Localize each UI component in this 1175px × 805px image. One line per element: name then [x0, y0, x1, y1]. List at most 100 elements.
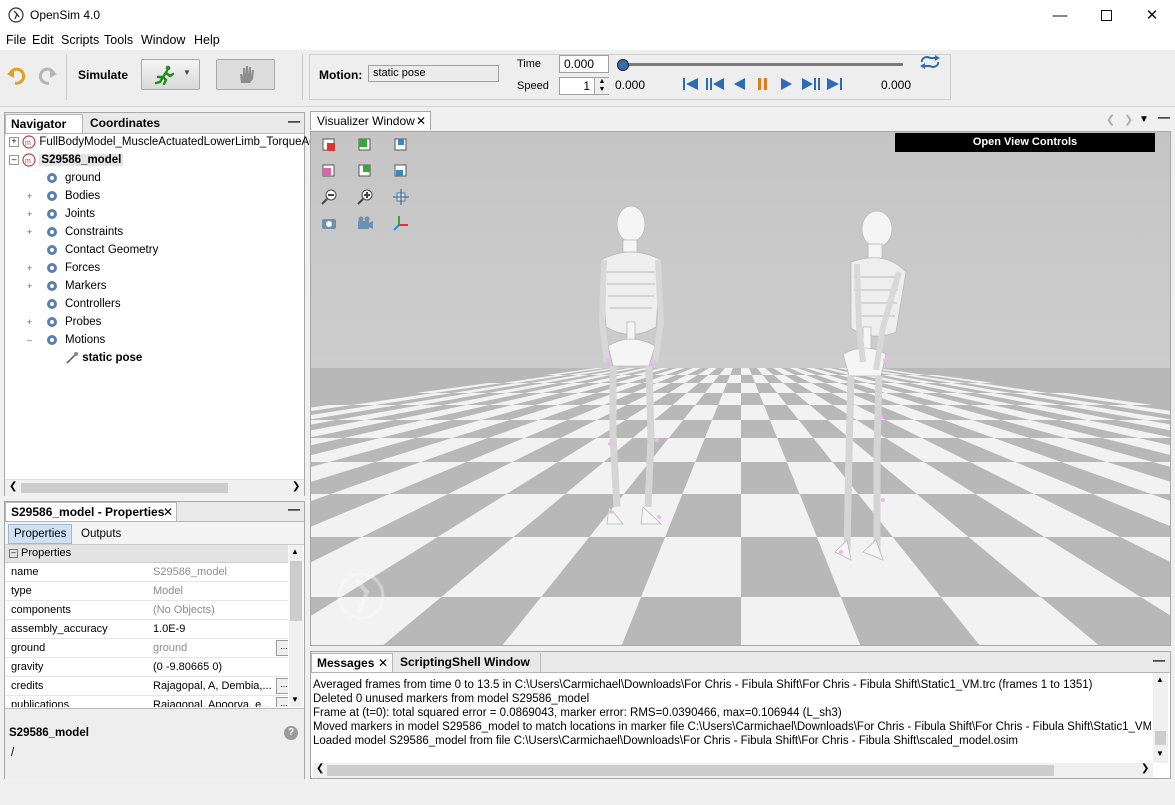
tab-messages[interactable]: Messages ✕ — [311, 653, 393, 672]
navigator-hscrollbar[interactable]: ❮ ❯ — [5, 479, 304, 496]
property-row-name[interactable]: name S29586_model — [5, 563, 288, 582]
first-frame-icon[interactable] — [683, 78, 698, 90]
tree-model-s29586[interactable]: – m S29586_model — [9, 151, 124, 169]
step-back-icon[interactable] — [706, 78, 724, 90]
view-back-icon[interactable] — [357, 137, 373, 153]
scroll-tabs-right-icon[interactable]: ❯ — [1124, 113, 1133, 126]
close-window-button[interactable]: ✕ — [1129, 0, 1175, 30]
edit-ellipsis-button[interactable]: ... — [276, 697, 288, 707]
tab-properties[interactable]: Properties — [8, 524, 73, 544]
edit-ellipsis-button[interactable]: ... — [276, 678, 288, 694]
tree-item-joints[interactable]: + Joints — [27, 205, 95, 223]
messages-log[interactable]: Averaged frames from time 0 to 13.5 in C… — [313, 678, 1151, 762]
property-row-assembly-accuracy[interactable]: assembly_accuracy 1.0E-9 — [5, 620, 288, 639]
tree-item-bodies[interactable]: + Bodies — [27, 187, 100, 205]
tab-scripting-shell[interactable]: ScriptingShell Window — [395, 653, 541, 672]
minimize-panel-button[interactable]: — — [1158, 110, 1170, 124]
property-value[interactable]: 1.0E-9 — [153, 620, 185, 638]
view-bottom-icon[interactable] — [321, 163, 337, 179]
stop-simulation-button[interactable] — [216, 59, 275, 90]
redo-icon[interactable] — [36, 66, 58, 86]
menu-help[interactable]: Help — [194, 33, 220, 47]
scroll-thumb[interactable] — [21, 483, 228, 493]
tree-item-markers[interactable]: + Markers — [27, 277, 107, 295]
record-movie-icon[interactable] — [357, 215, 373, 231]
scroll-thumb[interactable] — [1155, 731, 1166, 745]
menu-tools[interactable]: Tools — [104, 33, 133, 47]
scroll-thumb[interactable] — [290, 561, 302, 621]
time-slider-knob[interactable] — [617, 59, 629, 71]
properties-title-tab[interactable]: S29586_model - Properties ✕ — [5, 502, 177, 521]
property-row-type[interactable]: type Model — [5, 582, 288, 601]
tree-item-contact-geometry[interactable]: Contact Geometry — [27, 241, 158, 259]
zoom-in-icon[interactable] — [357, 189, 373, 205]
help-icon[interactable]: ? — [284, 726, 298, 740]
tree-item-controllers[interactable]: Controllers — [27, 295, 121, 313]
expand-icon[interactable]: + — [27, 313, 37, 331]
axes-icon[interactable] — [393, 215, 409, 231]
menu-file[interactable]: File — [6, 33, 26, 47]
close-icon[interactable]: ✕ — [163, 503, 173, 522]
scroll-left-icon[interactable]: ❮ — [316, 763, 324, 774]
3d-scene[interactable] — [311, 132, 1171, 646]
tab-outputs[interactable]: Outputs — [81, 525, 121, 543]
menu-edit[interactable]: Edit — [32, 33, 54, 47]
collapse-icon[interactable]: – — [27, 331, 37, 349]
property-row-components[interactable]: components (No Objects) — [5, 601, 288, 620]
tab-visualizer-window[interactable]: Visualizer Window ✕ — [310, 111, 431, 130]
scroll-right-icon[interactable]: ❯ — [292, 481, 300, 492]
property-value[interactable]: ground — [153, 639, 187, 657]
expand-icon[interactable]: + — [27, 259, 37, 277]
view-front-icon[interactable] — [321, 137, 337, 153]
property-value[interactable]: S29586_model — [153, 563, 227, 581]
fit-view-icon[interactable] — [393, 189, 409, 205]
messages-vscrollbar[interactable]: ▲ ▼ — [1153, 673, 1168, 763]
play-reverse-icon[interactable] — [734, 78, 745, 90]
view-left-icon[interactable] — [357, 163, 373, 179]
minimize-button[interactable]: — — [1037, 0, 1083, 30]
time-slider-track[interactable] — [622, 63, 903, 66]
tree-item-probes[interactable]: + Probes — [27, 313, 101, 331]
speed-spinner-arrows[interactable]: ▲ ▼ — [594, 78, 609, 94]
property-value[interactable]: (0 -9.80665 0) — [153, 658, 222, 676]
minimize-panel-button[interactable]: — — [1153, 653, 1165, 667]
time-input[interactable]: 0.000 — [559, 55, 609, 73]
scroll-tabs-left-icon[interactable]: ❮ — [1106, 113, 1115, 126]
scroll-down-icon[interactable]: ▼ — [1156, 749, 1164, 758]
zoom-out-icon[interactable] — [321, 189, 337, 205]
tree-item-forces[interactable]: + Forces — [27, 259, 100, 277]
tree-item-motions[interactable]: – Motions — [27, 331, 105, 349]
messages-hscrollbar[interactable]: ❮ ❯ — [313, 763, 1153, 778]
properties-section-header[interactable]: – Properties — [5, 545, 288, 563]
open-view-controls-button[interactable]: Open View Controls — [895, 133, 1155, 152]
last-frame-icon[interactable] — [827, 78, 842, 90]
simulate-run-button[interactable]: ▼ — [141, 59, 200, 90]
property-row-ground[interactable]: ground ground... — [5, 639, 288, 658]
tab-coordinates[interactable]: Coordinates — [85, 114, 165, 133]
collapse-icon[interactable]: – — [9, 154, 19, 165]
maximize-button[interactable] — [1083, 0, 1129, 30]
expand-icon[interactable]: + — [27, 205, 37, 223]
view-top-icon[interactable] — [393, 137, 409, 153]
property-value[interactable]: (No Objects) — [153, 601, 215, 619]
play-icon[interactable] — [781, 78, 792, 90]
property-value[interactable]: Model — [153, 582, 183, 600]
scroll-up-icon[interactable]: ▲ — [1156, 675, 1164, 684]
expand-icon[interactable]: + — [27, 223, 37, 241]
tree-motion-static-pose[interactable]: static pose — [65, 349, 142, 367]
property-row-gravity[interactable]: gravity (0 -9.80665 0) — [5, 658, 288, 677]
scroll-down-icon[interactable]: ▼ — [291, 695, 299, 704]
view-right-icon[interactable] — [393, 163, 409, 179]
property-row-credits[interactable]: credits Rajagopal, A, Dembia,...... — [5, 677, 288, 696]
snapshot-icon[interactable] — [321, 215, 337, 231]
scroll-thumb[interactable] — [327, 765, 1054, 776]
minimize-panel-button[interactable]: — — [288, 114, 300, 128]
scroll-right-icon[interactable]: ❯ — [1141, 763, 1149, 774]
tab-navigator[interactable]: Navigator — [5, 114, 83, 133]
expand-icon[interactable]: + — [27, 277, 37, 295]
menu-window[interactable]: Window — [141, 33, 185, 47]
scroll-left-icon[interactable]: ❮ — [9, 481, 17, 492]
expand-icon[interactable]: + — [9, 136, 19, 147]
property-row-publications[interactable]: publications Rajagopal, Apoorva, e...... — [5, 696, 288, 707]
tree-item-constraints[interactable]: + Constraints — [27, 223, 123, 241]
